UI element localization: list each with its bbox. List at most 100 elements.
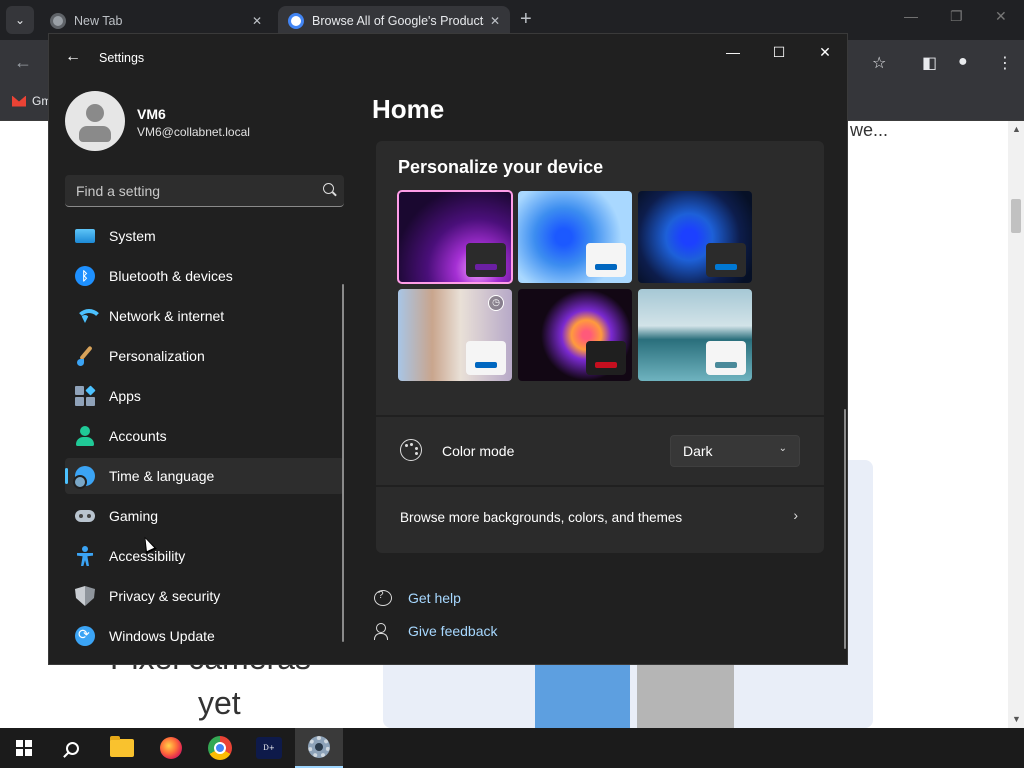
tab-title: New Tab (74, 14, 123, 28)
search-icon (65, 741, 79, 755)
apps-icon (75, 385, 96, 406)
new-tab-button[interactable]: + (520, 8, 532, 31)
web-hero-text: yet (198, 685, 241, 721)
sidebar-item-accessibility[interactable]: Accessibility (65, 538, 344, 574)
close-button[interactable]: ✕ (813, 42, 837, 62)
page-title: Home (372, 94, 445, 124)
taskbar-settings[interactable] (295, 728, 343, 768)
sidebar-item-gaming[interactable]: Gaming (65, 498, 344, 534)
tab-title: Browse All of Google's Products (312, 14, 484, 28)
avatar-head (86, 104, 104, 122)
web-scrollbar[interactable]: ▲ ▼ (1008, 121, 1024, 728)
sidebar-item-personalization[interactable]: Personalization (65, 338, 344, 374)
chrome-minimize-button[interactable]: — (904, 8, 918, 24)
gear-icon (308, 736, 330, 758)
give-feedback-link[interactable]: Give feedback (374, 623, 498, 640)
theme-thumbnail-captured-motion[interactable] (518, 289, 632, 381)
taskbar-disney-plus[interactable]: D+ (245, 728, 293, 768)
chrome-restore-button[interactable]: ❐ (950, 8, 963, 25)
sidebar-item-label: Bluetooth & devices (109, 268, 233, 284)
chrome-close-button[interactable]: ✕ (995, 8, 1007, 25)
theme-thumbnail-light[interactable] (518, 191, 632, 283)
back-arrow-icon[interactable]: ← (14, 52, 32, 73)
profile-icon[interactable]: ● (958, 53, 968, 71)
theme-preview-window (466, 243, 506, 277)
update-icon (75, 626, 95, 646)
personalize-card: Personalize your device ◷ Color mode Dar… (376, 141, 824, 553)
scroll-thumb[interactable] (1011, 199, 1021, 233)
theme-thumbnail-glow[interactable]: ◷ (398, 289, 512, 381)
sidebar-item-network[interactable]: Network & internet (65, 298, 344, 334)
scroll-down-icon[interactable]: ▼ (1012, 714, 1021, 724)
slideshow-icon: ◷ (488, 295, 504, 311)
web-phone-image (637, 660, 734, 728)
link-label: Get help (408, 590, 461, 606)
settings-titlebar: ← Settings — ☐ ✕ (49, 34, 847, 82)
sidebar-item-label: Accounts (109, 428, 167, 444)
search-icon[interactable] (323, 183, 334, 194)
theme-thumbnail-flow[interactable] (638, 289, 752, 381)
taskbar-search-button[interactable] (48, 728, 96, 768)
taskbar-firefox[interactable] (147, 728, 195, 768)
taskbar: D+ (0, 728, 1024, 768)
theme-thumbnail-dark[interactable] (638, 191, 752, 283)
taskbar-file-explorer[interactable] (98, 728, 146, 768)
tab-google-products[interactable]: Browse All of Google's Products ✕ (278, 6, 510, 36)
sidebar-item-apps[interactable]: Apps (65, 378, 344, 414)
bluetooth-icon: ᛒ (75, 266, 95, 286)
chrome-icon (208, 736, 232, 760)
start-button[interactable] (0, 728, 48, 768)
card-divider (376, 415, 824, 417)
globe-clock-icon (73, 466, 95, 489)
gmail-icon (12, 95, 26, 107)
sidebar-item-accounts[interactable]: Accounts (65, 418, 344, 454)
firefox-icon (160, 737, 182, 759)
profile-name: VM6 (137, 106, 166, 122)
app-title: Settings (99, 51, 145, 65)
bookmark-gmail[interactable]: Gm (12, 94, 51, 108)
search-input[interactable] (65, 175, 315, 206)
sidebar-scrollbar[interactable] (342, 284, 344, 642)
sidebar-item-label: Time & language (109, 468, 215, 484)
color-mode-label: Color mode (442, 443, 515, 459)
avatar-body (79, 126, 111, 142)
back-arrow-icon[interactable]: ← (65, 48, 81, 66)
chevron-right-icon: › (793, 507, 798, 523)
tab-close-icon[interactable]: ✕ (252, 14, 262, 28)
sidebar-item-label: Network & internet (109, 308, 225, 324)
scroll-up-icon[interactable]: ▲ (1012, 124, 1021, 134)
web-heading-text: we... (850, 120, 889, 140)
sidebar-item-label: Windows Update (109, 628, 215, 644)
person-icon (75, 426, 95, 446)
chrome-menu-icon[interactable]: ⋮ (997, 53, 1013, 73)
maximize-button[interactable]: ☐ (767, 42, 791, 62)
side-panel-icon[interactable]: ◧ (922, 53, 937, 73)
browse-themes-row[interactable]: Browse more backgrounds, colors, and the… (376, 485, 824, 553)
sidebar-item-windows-update[interactable]: Windows Update (65, 618, 344, 654)
sidebar-nav: System ᛒ Bluetooth & devices Network & i… (65, 218, 344, 658)
minimize-button[interactable]: — (721, 42, 745, 62)
settings-window: ← Settings — ☐ ✕ VM6 VM6@collabnet.local… (48, 33, 848, 665)
sidebar-item-label: System (109, 228, 156, 244)
sidebar-item-time-language[interactable]: Time & language (65, 458, 344, 494)
chevron-down-icon: ⌄ (778, 443, 787, 454)
tab-search-dropdown[interactable]: ⌄ (6, 6, 34, 34)
search-box[interactable] (65, 175, 344, 207)
tab-close-icon[interactable]: ✕ (490, 14, 500, 28)
palette-icon (400, 439, 422, 461)
windows-logo-icon (16, 740, 32, 756)
avatar[interactable] (65, 91, 125, 151)
sidebar-item-privacy[interactable]: Privacy & security (65, 578, 344, 614)
taskbar-chrome[interactable] (196, 728, 244, 768)
sidebar-item-bluetooth[interactable]: ᛒ Bluetooth & devices (65, 258, 344, 294)
color-mode-dropdown[interactable]: Dark ⌄ (670, 435, 800, 467)
content-scrollbar[interactable] (844, 409, 846, 649)
google-favicon-icon (288, 13, 304, 29)
tab-new-tab[interactable]: New Tab ✕ (40, 6, 272, 36)
sidebar-item-system[interactable]: System (65, 218, 344, 254)
get-help-link[interactable]: Get help (374, 590, 461, 606)
dropdown-value: Dark (683, 443, 713, 459)
theme-thumbnail-bloom[interactable] (397, 190, 513, 284)
brush-icon (75, 346, 95, 366)
bookmark-star-icon[interactable]: ☆ (872, 53, 886, 73)
